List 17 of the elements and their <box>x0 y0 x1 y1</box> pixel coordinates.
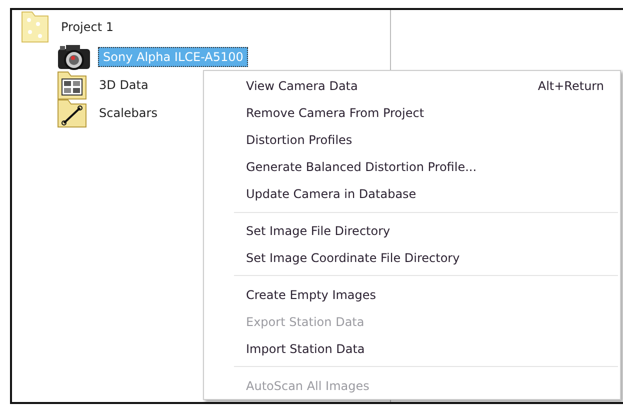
menu-item[interactable]: Import Station Data <box>204 335 620 362</box>
menu-item[interactable]: View Camera Data Alt+Return <box>204 73 620 100</box>
menu-item[interactable]: Distortion Profiles <box>204 126 620 154</box>
folder-icon <box>20 10 50 44</box>
menu-item[interactable]: Update Camera in Database <box>204 180 620 208</box>
tree-item[interactable]: Scalebars <box>94 103 162 123</box>
camera-icon <box>56 43 92 71</box>
menu-item[interactable]: Set Image Coordinate File Directory <box>204 244 620 272</box>
menu-item[interactable]: Set Image File Directory <box>204 218 620 244</box>
data-folder-icon <box>56 69 88 101</box>
menu-item[interactable]: Create Empty Images <box>204 281 620 308</box>
shortcut-label: Alt+Return <box>538 79 604 94</box>
tree-item[interactable]: Project 1 <box>56 17 119 37</box>
tree-item[interactable]: 3D Data <box>94 75 154 95</box>
scalebar-folder-icon <box>56 97 88 129</box>
menu-item[interactable]: Remove Camera From Project <box>204 100 620 127</box>
menu-item[interactable]: Generate Balanced Distortion Profile... <box>204 154 620 181</box>
